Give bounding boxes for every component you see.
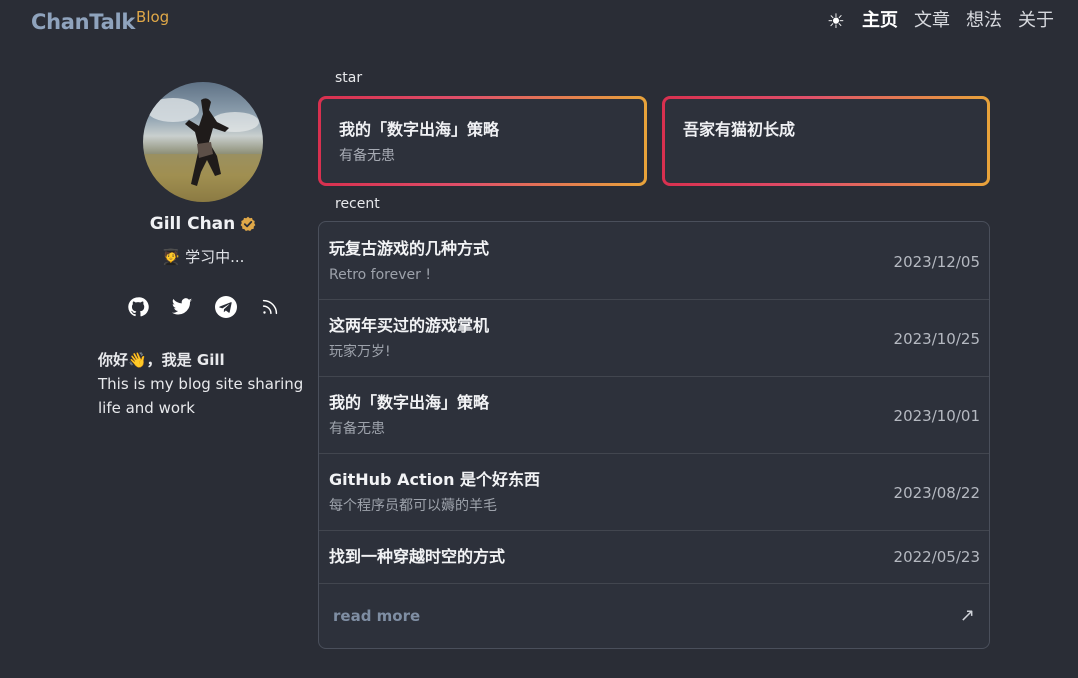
sun-icon[interactable]: ☀ xyxy=(826,9,846,33)
post-title: 玩复古游戏的几种方式 xyxy=(329,239,490,258)
logo-superscript: Blog xyxy=(136,8,170,26)
post-date: 2022/05/23 xyxy=(893,548,980,566)
github-icon[interactable] xyxy=(126,295,150,319)
rss-icon[interactable] xyxy=(258,295,282,319)
profile-name-row: Gill Chan xyxy=(96,214,310,234)
post-title: 找到一种穿越时空的方式 xyxy=(329,547,506,566)
verified-badge-icon xyxy=(240,216,256,231)
arrow-up-right-icon[interactable]: ↗ xyxy=(960,605,975,626)
post-date: 2023/12/05 xyxy=(893,253,980,271)
nav-articles[interactable]: 文章 xyxy=(914,9,950,33)
post-subtitle: 有备无患 xyxy=(329,421,385,437)
profile-status: 🧑‍🎓 学习中... xyxy=(96,246,310,267)
profile-name: Gill Chan xyxy=(149,214,236,234)
post-date: 2023/08/22 xyxy=(893,484,980,502)
star-section-label: star xyxy=(335,70,363,86)
post-date: 2023/10/25 xyxy=(893,330,980,348)
logo-text: ChanTalk xyxy=(31,10,136,34)
post-date: 2023/10/01 xyxy=(893,407,980,425)
post-title: 我的「数字出海」策略 xyxy=(329,393,490,412)
nav-home[interactable]: 主页 xyxy=(862,9,898,33)
student-emoji-icon: 🧑‍🎓 xyxy=(161,248,181,266)
bio-text: This is my blog site sharing life and wo… xyxy=(98,375,304,417)
post-title: 这两年买过的游戏掌机 xyxy=(329,316,490,335)
recent-section-label: recent xyxy=(335,196,380,212)
star-card[interactable]: 我的「数字出海」策略 有备无患 xyxy=(318,96,647,186)
site-logo[interactable]: ChanTalk Blog xyxy=(31,8,169,36)
star-card-title: 吾家有猫初长成 xyxy=(683,120,796,139)
main-nav: ☀ 主页 文章 想法 关于 xyxy=(826,9,1054,33)
star-card-title: 我的「数字出海」策略 xyxy=(339,120,500,139)
star-card-subtitle: 有备无患 xyxy=(339,148,395,164)
post-subtitle: 玩家万岁! xyxy=(329,344,391,360)
post-subtitle: Retro forever ! xyxy=(329,267,431,283)
nav-about[interactable]: 关于 xyxy=(1018,9,1054,33)
bio-greeting: 你好👋，我是 Gill xyxy=(98,351,225,369)
post-row[interactable]: 这两年买过的游戏掌机 玩家万岁! 2023/10/25 xyxy=(319,300,989,377)
status-text: 学习中... xyxy=(185,248,245,266)
read-more-link[interactable]: read more xyxy=(333,607,420,625)
telegram-icon[interactable] xyxy=(214,295,238,319)
recent-posts-list: 玩复古游戏的几种方式 Retro forever ! 2023/12/05 这两… xyxy=(318,221,990,649)
nav-thoughts[interactable]: 想法 xyxy=(966,9,1002,33)
post-row[interactable]: GitHub Action 是个好东西 每个程序员都可以薅的羊毛 2023/08… xyxy=(319,454,989,531)
bio: 你好👋，我是 Gill This is my blog site sharing… xyxy=(98,348,312,420)
post-subtitle: 每个程序员都可以薅的羊毛 xyxy=(329,498,497,514)
post-row[interactable]: 找到一种穿越时空的方式 2022/05/23 xyxy=(319,531,989,584)
post-row[interactable]: 我的「数字出海」策略 有备无患 2023/10/01 xyxy=(319,377,989,454)
post-title: GitHub Action 是个好东西 xyxy=(329,470,541,489)
avatar xyxy=(143,82,263,202)
social-links xyxy=(126,295,282,319)
twitter-icon[interactable] xyxy=(170,295,194,319)
star-card[interactable]: 吾家有猫初长成 xyxy=(662,96,990,186)
post-row[interactable]: 玩复古游戏的几种方式 Retro forever ! 2023/12/05 xyxy=(319,222,989,300)
